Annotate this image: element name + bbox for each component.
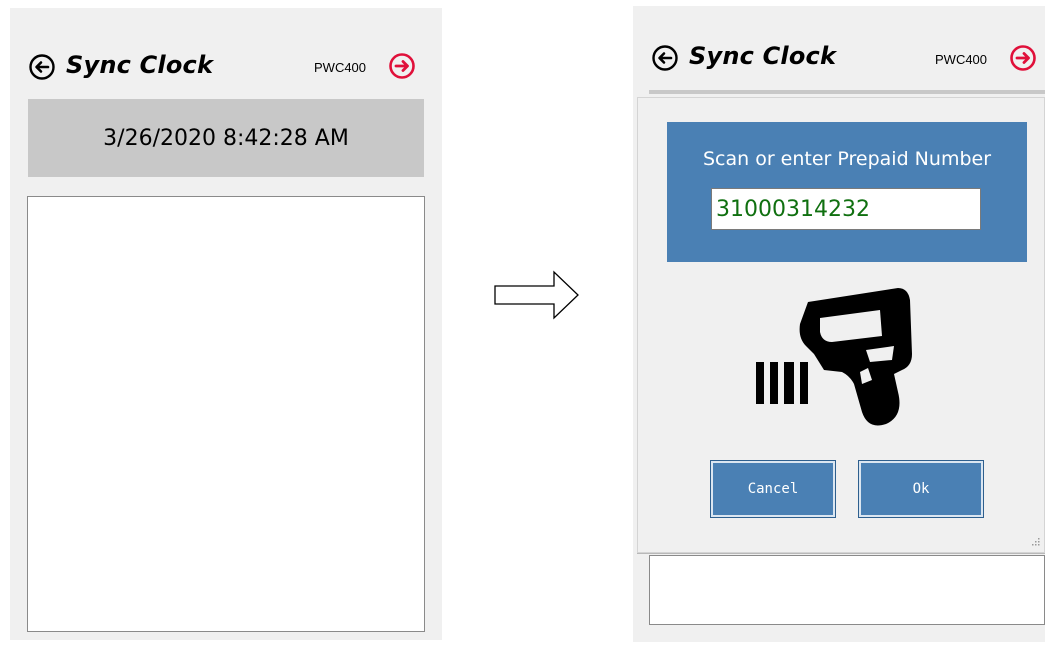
forward-arrow-icon[interactable] — [388, 52, 416, 80]
page-title: Sync Clock — [66, 51, 214, 79]
prepaid-number-input[interactable] — [711, 188, 981, 230]
transition-arrow-icon — [494, 270, 579, 320]
header: Sync Clock PWC400 — [633, 6, 1045, 96]
barcode-scanner-icon — [756, 288, 912, 426]
prompt-text: Scan or enter Prepaid Number — [702, 148, 992, 170]
sync-clock-screen-scan: Sync Clock PWC400 Scan or enter Prepaid … — [633, 6, 1045, 642]
header: Sync Clock PWC400 — [10, 8, 442, 98]
sync-log-box — [649, 555, 1045, 625]
prompt-panel: Scan or enter Prepaid Number — [667, 122, 1027, 262]
sync-log-box — [27, 196, 425, 632]
sync-clock-screen: Sync Clock PWC400 3/26/2020 8:42:28 AM — [10, 8, 442, 640]
device-label: PWC400 — [935, 52, 988, 67]
ok-button[interactable]: Ok — [858, 460, 984, 518]
cancel-button[interactable]: Cancel — [710, 460, 836, 518]
back-arrow-icon[interactable] — [651, 44, 679, 72]
clock-time-display: 3/26/2020 8:42:28 AM — [28, 99, 424, 177]
device-label: PWC400 — [314, 60, 367, 75]
header-divider — [649, 90, 1045, 94]
resize-grip-icon[interactable] — [1030, 538, 1040, 548]
page-title: Sync Clock — [689, 42, 837, 70]
forward-arrow-icon[interactable] — [1009, 44, 1037, 72]
back-arrow-icon[interactable] — [28, 53, 56, 81]
prepaid-scan-dialog: Scan or enter Prepaid Number Cancel Ok — [637, 97, 1045, 553]
